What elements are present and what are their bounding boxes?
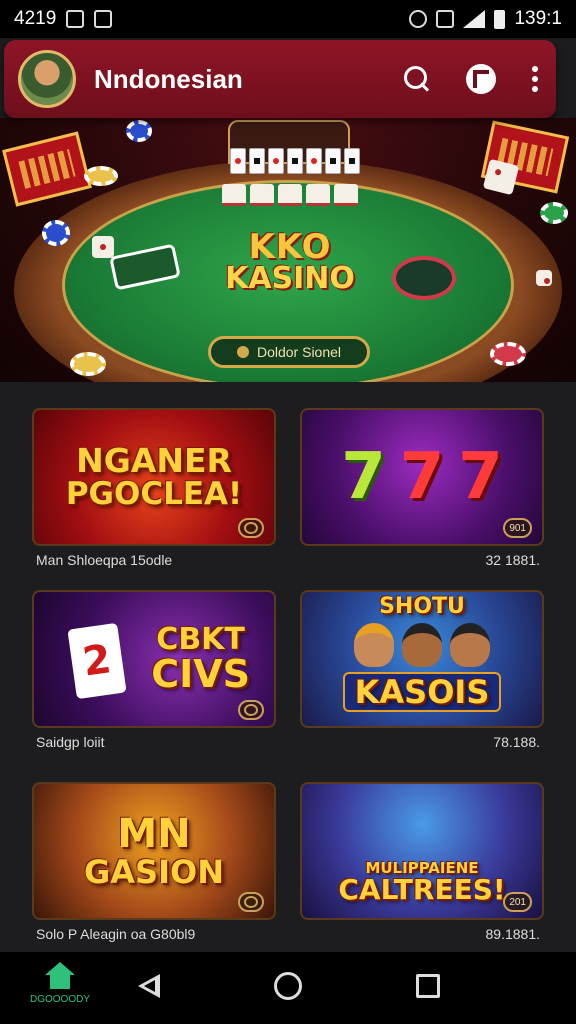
home-circle-icon[interactable] xyxy=(274,972,302,1000)
dice-icon xyxy=(536,270,552,286)
badge-icon xyxy=(238,518,264,538)
logo-line-1: KKO xyxy=(248,227,332,267)
status-time: 4219 xyxy=(14,8,57,29)
nav-home-label: DGOOOODY xyxy=(29,994,90,1005)
hero-button-label: Doldor Sionel xyxy=(256,344,342,360)
game-card[interactable]: MULIPPAIENE CALTREES! 201 89.1881. xyxy=(300,782,544,942)
badge-icon xyxy=(238,892,264,912)
game-value: 32 1881. xyxy=(485,552,541,568)
dealer-cards xyxy=(230,148,360,174)
battery-icon xyxy=(494,9,506,29)
badge-icon xyxy=(238,700,264,720)
mahjong-tiles xyxy=(222,184,358,206)
chip-icon xyxy=(84,166,118,186)
nav-home-tab[interactable]: DGOOOODY xyxy=(22,962,98,1005)
chip-icon xyxy=(126,120,152,142)
back-icon[interactable] xyxy=(138,974,160,998)
hero-banner[interactable]: KKO KASINO Doldor Sionel xyxy=(0,118,576,382)
recent-apps-icon[interactable] xyxy=(416,974,440,998)
avatar[interactable] xyxy=(18,50,76,108)
game-caption: Solo P Aleagin oa G80bl9 xyxy=(36,926,196,942)
game-value: 89.1881. xyxy=(485,926,541,942)
coin-icon xyxy=(236,346,249,358)
image-notification-icon xyxy=(66,10,85,28)
chip-icon xyxy=(540,202,568,224)
system-nav-bar: DGOOOODY xyxy=(0,952,576,1024)
link-notification-icon xyxy=(94,10,113,28)
games-grid: NGANER PGOCLEA! Man Shloeqpa 15odle 7 7 7… xyxy=(0,382,576,952)
game-badge: 901 xyxy=(503,518,532,538)
game-card[interactable]: SHOTU KASOIS 78.188. xyxy=(300,590,544,750)
game-card[interactable]: NGANER PGOCLEA! Man Shloeqpa 15odle xyxy=(32,408,276,568)
game-card[interactable]: 2 CBKT CIVS Saidgp loiit xyxy=(32,590,276,750)
alarm-icon xyxy=(409,10,428,28)
kasino-logo: KKO KASINO xyxy=(215,230,365,294)
dice-icon xyxy=(92,236,114,258)
game-value: 78.188. xyxy=(493,734,540,750)
chip-icon xyxy=(70,352,106,376)
game-art: SHOTU KASOIS xyxy=(302,592,542,726)
game-badge: 201 xyxy=(503,892,532,912)
chip-icon xyxy=(392,256,456,300)
app-header: Nndonesian xyxy=(4,40,556,118)
profile-icon[interactable] xyxy=(466,64,496,94)
game-card[interactable]: 7 7 7 901 32 1881. xyxy=(300,408,544,568)
game-caption: Man Shloeqpa 15odle xyxy=(36,552,173,568)
vibrate-icon xyxy=(436,10,455,28)
game-card[interactable]: MN GASION Solo P Aleagin oa G80bl9 xyxy=(32,782,276,942)
hero-play-button[interactable]: Doldor Sionel xyxy=(208,336,370,368)
chip-icon xyxy=(42,220,70,246)
chip-icon xyxy=(490,342,526,366)
signal-icon xyxy=(463,10,486,28)
neon-sign-left xyxy=(2,131,92,207)
more-options-icon[interactable] xyxy=(532,66,538,92)
search-icon[interactable] xyxy=(404,66,430,92)
app-title: Nndonesian xyxy=(94,63,243,94)
dice-icon xyxy=(482,158,520,196)
status-clock: 139:1 xyxy=(514,8,562,29)
home-icon xyxy=(45,962,75,990)
logo-line-2: KASINO xyxy=(225,261,355,296)
game-caption: Saidgp loiit xyxy=(36,734,105,750)
status-bar: 4219 139:1 xyxy=(0,0,576,38)
